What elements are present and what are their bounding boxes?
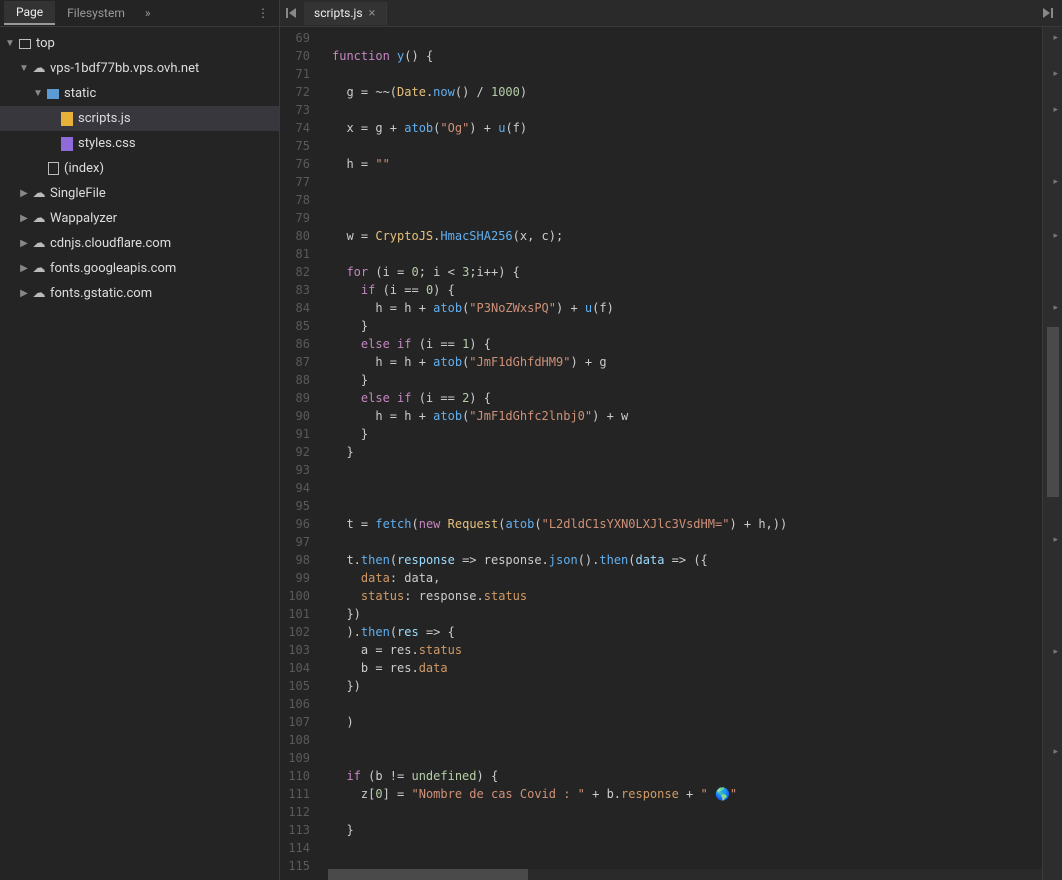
file-tab-scripts-js[interactable]: scripts.js × <box>304 2 387 25</box>
marker-icon: ▸ <box>1053 647 1058 657</box>
cloud-icon: ☁ <box>30 211 48 226</box>
sidebar-tab-page[interactable]: Page <box>4 1 55 25</box>
tree-scripts-js[interactable]: scripts.js <box>0 106 279 131</box>
js-file-icon <box>58 112 76 126</box>
sidebar-tab-filesystem[interactable]: Filesystem <box>55 2 137 24</box>
chevron-down-icon <box>18 63 30 74</box>
tree-singlefile[interactable]: ☁ SingleFile <box>0 181 279 206</box>
cloud-icon: ☁ <box>30 286 48 301</box>
tree-label: static <box>62 86 96 101</box>
tree-gstatic[interactable]: ☁ fonts.gstatic.com <box>0 281 279 306</box>
cloud-icon: ☁ <box>30 261 48 276</box>
tree-index[interactable]: (index) <box>0 156 279 181</box>
scrollbar-thumb[interactable] <box>328 869 528 880</box>
chevron-right-icon <box>18 188 30 199</box>
tab-nav-next-icon[interactable] <box>1032 6 1062 20</box>
cloud-icon: ☁ <box>30 186 48 201</box>
folder-icon <box>44 89 62 99</box>
tree-label: SingleFile <box>48 186 106 201</box>
chevron-right-icon <box>18 238 30 249</box>
tree-label: top <box>34 36 55 51</box>
chevron-down-icon <box>4 38 16 49</box>
marker-icon: ▸ <box>1053 177 1058 187</box>
tree-label: cdnjs.cloudflare.com <box>48 236 171 251</box>
sidebar-tab-strip: Page Filesystem » ⋮ <box>0 0 279 27</box>
tree-label: vps-1bdf77bb.vps.ovh.net <box>48 61 199 76</box>
tree-label: fonts.googleapis.com <box>48 261 176 276</box>
chevron-down-icon <box>32 88 44 99</box>
marker-icon: ▸ <box>1053 69 1058 79</box>
tree-cdnjs[interactable]: ☁ cdnjs.cloudflare.com <box>0 231 279 256</box>
code-content[interactable]: function y() { g = ~~(Date.now() / 1000)… <box>328 27 1062 880</box>
tree-domain[interactable]: ☁ vps-1bdf77bb.vps.ovh.net <box>0 56 279 81</box>
marker-icon: ▸ <box>1053 303 1058 313</box>
marker-icon: ▸ <box>1053 33 1058 43</box>
close-icon[interactable]: × <box>369 6 376 21</box>
scrollbar-thumb[interactable] <box>1047 327 1059 497</box>
minimap-scrollbar[interactable]: ▸ ▸ ▸ ▸ ▸ ▸ ▸ ▸ ▸ <box>1042 27 1062 880</box>
file-icon <box>44 162 62 175</box>
marker-icon: ▸ <box>1053 747 1058 757</box>
tree-static-folder[interactable]: static <box>0 81 279 106</box>
tree-styles-css[interactable]: styles.css <box>0 131 279 156</box>
tree-label: (index) <box>62 161 104 176</box>
chevron-right-icon <box>18 263 30 274</box>
marker-icon: ▸ <box>1053 535 1058 545</box>
tree-wappalyzer[interactable]: ☁ Wappalyzer <box>0 206 279 231</box>
editor-tabbar: scripts.js × <box>280 0 1062 27</box>
cloud-icon: ☁ <box>30 61 48 76</box>
tree-top[interactable]: top <box>0 31 279 56</box>
tree-label: scripts.js <box>76 111 131 126</box>
cloud-icon: ☁ <box>30 236 48 251</box>
sidebar: Page Filesystem » ⋮ top ☁ vps-1bdf77bb.v… <box>0 0 280 880</box>
sidebar-tab-menu-icon[interactable]: ⋮ <box>247 2 279 24</box>
chevron-right-icon <box>18 288 30 299</box>
editor-area: scripts.js × 69 70 71 72 73 74 75 76 77 … <box>280 0 1062 880</box>
horizontal-scrollbar[interactable] <box>328 869 1042 880</box>
marker-icon: ▸ <box>1053 231 1058 241</box>
tab-nav-prev-icon[interactable] <box>280 6 304 20</box>
code-editor[interactable]: 69 70 71 72 73 74 75 76 77 78 79 80 81 8… <box>280 27 1062 880</box>
tree-label: styles.css <box>76 136 136 151</box>
tree-googleapis[interactable]: ☁ fonts.googleapis.com <box>0 256 279 281</box>
sidebar-tab-more-icon[interactable]: » <box>137 2 159 24</box>
line-number-gutter: 69 70 71 72 73 74 75 76 77 78 79 80 81 8… <box>280 27 328 880</box>
css-file-icon <box>58 137 76 151</box>
file-tree: top ☁ vps-1bdf77bb.vps.ovh.net static sc… <box>0 27 279 310</box>
marker-icon: ▸ <box>1053 105 1058 115</box>
tree-label: fonts.gstatic.com <box>48 286 152 301</box>
tree-label: Wappalyzer <box>48 211 117 226</box>
chevron-right-icon <box>18 213 30 224</box>
file-tab-label: scripts.js <box>314 6 363 20</box>
frame-icon <box>16 39 34 49</box>
